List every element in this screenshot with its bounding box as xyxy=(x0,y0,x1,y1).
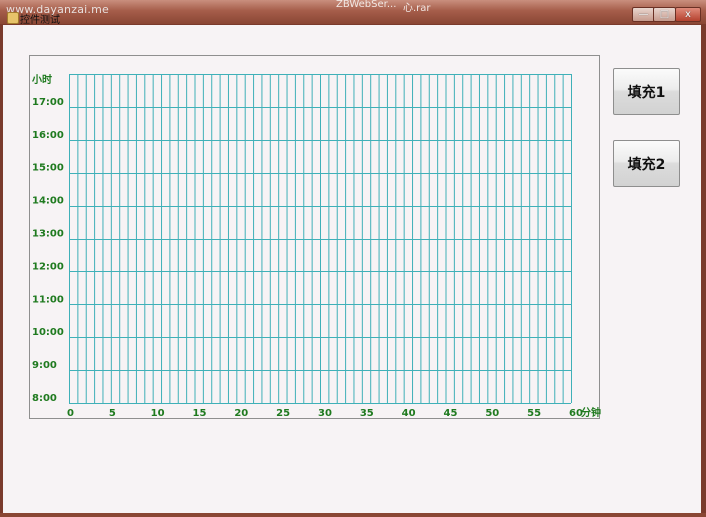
y-tick-label: 17:00 xyxy=(32,97,64,108)
window-title: 控件测试 xyxy=(20,15,60,26)
x-tick-label: 30 xyxy=(318,408,332,419)
y-tick-label: 11:00 xyxy=(32,294,64,305)
y-tick-label: 14:00 xyxy=(32,196,64,207)
x-tick-label: 50 xyxy=(485,408,499,419)
maximize-button[interactable]: □ xyxy=(653,7,676,22)
y-tick-label: 13:00 xyxy=(32,229,64,240)
x-axis-label: 分钟 xyxy=(581,406,601,419)
y-tick-label: 12:00 xyxy=(32,261,64,272)
fill1-button[interactable]: 填充1 xyxy=(613,68,680,115)
x-tick-label: 5 xyxy=(109,408,116,419)
y-tick-label: 10:00 xyxy=(32,327,64,338)
client-area: 8:00 9:00 10:00 11:00 12:00 13:00 14:00 15:00 16… xyxy=(3,25,701,513)
maximize-icon: □ xyxy=(659,9,670,20)
x-tick-label: 35 xyxy=(360,408,374,419)
x-tick-label: 20 xyxy=(234,408,248,419)
x-tick-label: 15 xyxy=(193,408,207,419)
app-icon xyxy=(7,12,19,24)
window-frame-bottom xyxy=(0,513,706,517)
y-tick-label: 15:00 xyxy=(32,163,64,174)
close-button[interactable]: x xyxy=(675,7,701,22)
y-tick-label: 8:00 xyxy=(32,393,57,404)
fill2-button[interactable]: 填充2 xyxy=(613,140,680,187)
minimize-icon: — xyxy=(638,9,649,20)
y-tick-label: 9:00 xyxy=(32,360,57,371)
y-tick-label: 16:00 xyxy=(32,130,64,141)
x-tick-label: 45 xyxy=(444,408,458,419)
schedule-grid-panel: 8:00 9:00 10:00 11:00 12:00 13:00 14:00 15:00 16… xyxy=(29,55,601,420)
time-grid[interactable]: 8:00 9:00 10:00 11:00 12:00 13:00 14:00 15:00 16… xyxy=(30,56,601,420)
minimize-button[interactable]: — xyxy=(632,7,655,22)
x-tick-label: 40 xyxy=(402,408,416,419)
x-tick-label: 10 xyxy=(151,408,165,419)
x-tick-label: 25 xyxy=(276,408,290,419)
y-axis-label: 小时 xyxy=(31,73,52,86)
x-tick-label: 55 xyxy=(527,408,541,419)
taskbar-item-zbwebser[interactable]: ZBWebSer... xyxy=(336,0,396,10)
title-bar: www.dayanzai.me ZBWebSer... 心.rar 控件测试 —… xyxy=(0,0,706,26)
close-icon: x xyxy=(685,9,691,20)
taskbar-item-rar[interactable]: 心.rar xyxy=(403,0,431,14)
x-tick-label: 0 xyxy=(67,408,74,419)
